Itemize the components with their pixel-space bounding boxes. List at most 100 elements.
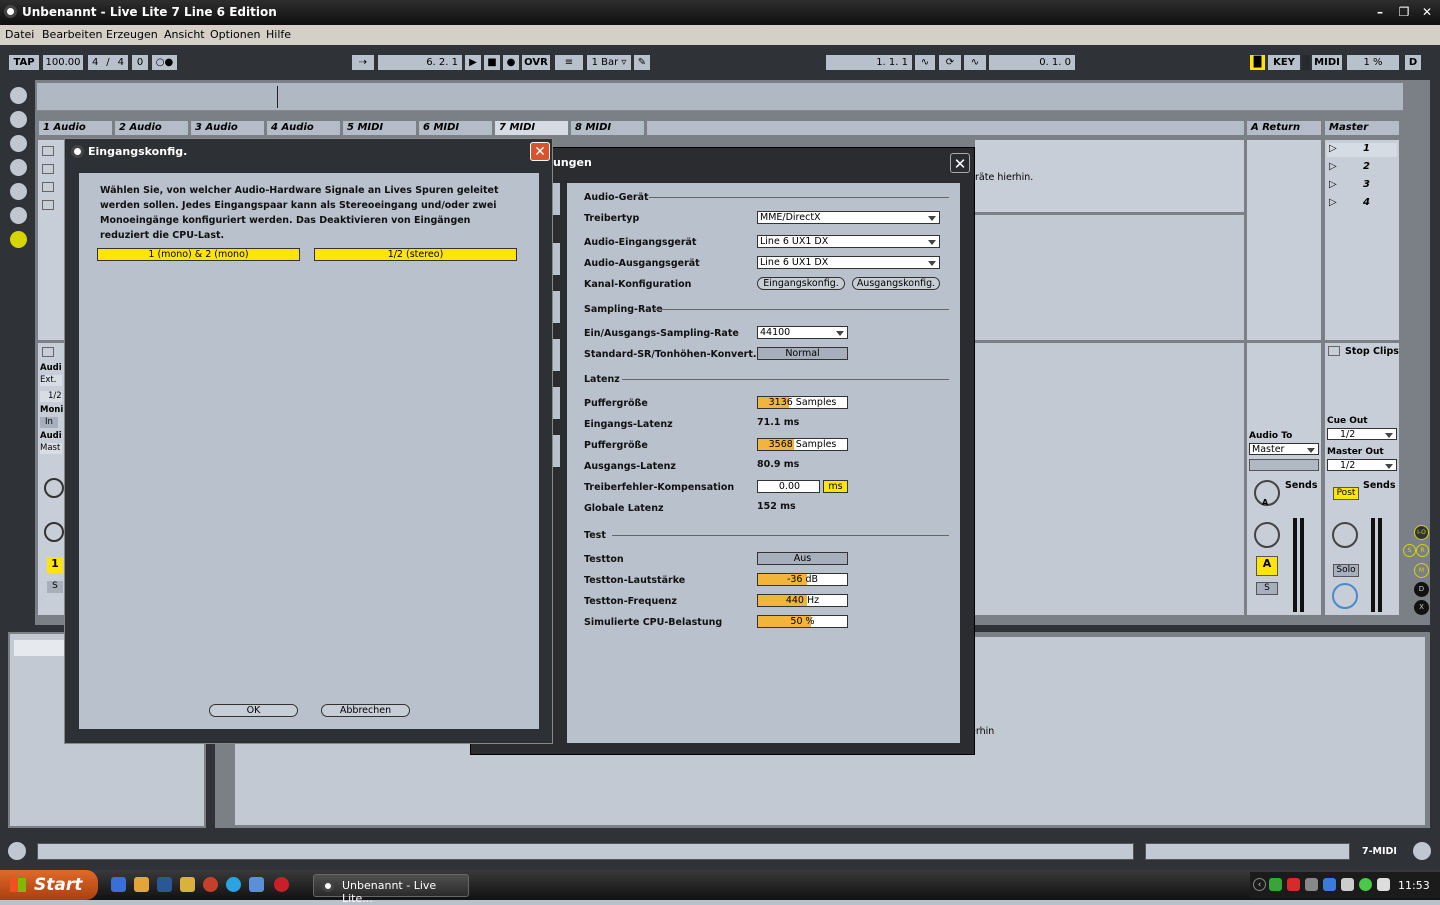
output-buffer-size-field[interactable]: 3568 Samples — [757, 438, 848, 451]
mono-input-toggle[interactable]: 1 (mono) & 2 (mono) — [97, 248, 300, 261]
word-icon[interactable] — [157, 877, 172, 892]
menu-datei[interactable]: Datei — [5, 28, 34, 41]
tempo-field[interactable]: 100.00 — [43, 55, 83, 70]
scene-launch-icon[interactable]: ▷ — [1329, 179, 1337, 190]
tap-button[interactable]: TAP — [9, 55, 39, 70]
browser-icon[interactable] — [203, 877, 218, 892]
media-icon[interactable] — [274, 877, 289, 892]
driver-compensation-field[interactable]: 0.00 — [757, 480, 820, 493]
master-out-select[interactable]: 1/2 — [1327, 459, 1397, 471]
close-window-button[interactable]: ✕ — [1417, 3, 1437, 22]
wifi-icon[interactable] — [1377, 878, 1390, 891]
expand-up-icon[interactable] — [8, 842, 26, 860]
scene-launch-icon[interactable]: ▷ — [1329, 161, 1337, 172]
menu-ansicht[interactable]: Ansicht — [164, 28, 205, 41]
overdub-button[interactable]: OVR — [522, 55, 550, 70]
mixer-toggle-icon[interactable]: M — [1414, 563, 1429, 578]
time-signature[interactable]: 4 / 4 — [88, 55, 128, 70]
plugin-browser-icon[interactable] — [10, 135, 27, 152]
tray-expand-icon[interactable]: ‹ — [1253, 878, 1266, 891]
buffer-size-field[interactable]: 3136 Samples — [757, 396, 848, 409]
cancel-button[interactable]: Abbrechen — [321, 704, 410, 717]
master-pan-knob-icon[interactable] — [1332, 522, 1358, 548]
clip-slot[interactable] — [42, 164, 54, 174]
pan-knob-icon[interactable] — [44, 522, 64, 542]
tools-icon[interactable] — [180, 877, 195, 892]
monitor-in-button[interactable]: In — [40, 417, 58, 428]
return-pan-knob-icon[interactable] — [1254, 522, 1280, 548]
tray-app-icon[interactable] — [1287, 878, 1300, 891]
io-toggle-icon[interactable]: I-O — [1414, 525, 1429, 540]
output-config-button[interactable]: Ausgangskonfig. — [852, 277, 940, 290]
scene-3[interactable]: ▷ 3 — [1327, 179, 1397, 193]
tray-app-icon[interactable] — [1305, 878, 1318, 891]
input-config-close-button[interactable]: ✕ — [530, 142, 550, 161]
track-header-1[interactable]: 1 Audio — [39, 121, 112, 135]
follow-icon[interactable]: ⇢ — [352, 55, 374, 70]
master-track-header[interactable]: Master — [1325, 121, 1399, 135]
clip-slot[interactable] — [42, 200, 54, 210]
crossfader-toggle-icon[interactable]: X — [1414, 600, 1429, 615]
menu-erzeugen[interactable]: Erzeugen — [106, 28, 158, 41]
punch-out-icon[interactable]: ∿ — [964, 55, 986, 70]
track-header-3[interactable]: 3 Audio — [191, 121, 264, 135]
folder-3-icon[interactable] — [10, 207, 27, 224]
folder-1-icon[interactable] — [10, 159, 27, 176]
record-icon[interactable]: ● — [503, 55, 519, 70]
input-device-select[interactable]: Line 6 UX1 DX — [757, 235, 940, 248]
loop-length-field[interactable]: 0. 1. 0 — [989, 55, 1075, 70]
delay-toggle-icon[interactable]: D — [1414, 582, 1429, 597]
tray-app-icon[interactable] — [1323, 878, 1336, 891]
cue-solo-button[interactable]: Solo — [1333, 564, 1359, 577]
prefs-tab[interactable] — [552, 387, 560, 419]
src-button[interactable]: Normal — [757, 347, 848, 360]
restore-button[interactable]: ❐ — [1394, 3, 1414, 22]
scene-1[interactable]: ▷ 1 — [1327, 143, 1397, 157]
prefs-tab[interactable] — [552, 243, 560, 275]
send-knob-icon[interactable] — [44, 478, 64, 498]
stereo-input-toggle[interactable]: 1/2 (stereo) — [314, 248, 517, 261]
menu-optionen[interactable]: Optionen — [210, 28, 260, 41]
clip-slot[interactable] — [42, 146, 54, 156]
audio-to-select[interactable]: Master — [1249, 443, 1319, 455]
return-solo-button[interactable]: S — [1256, 582, 1278, 595]
left-channel-select[interactable]: 1/2 — [40, 391, 62, 402]
test-frequency-field[interactable]: 440 Hz — [757, 594, 848, 607]
left-master-select[interactable]: Mast — [40, 443, 62, 454]
track-header-2[interactable]: 2 Audio — [115, 121, 188, 135]
post-button[interactable]: Post — [1333, 487, 1359, 500]
record-mode-icon[interactable]: ○● — [152, 55, 177, 70]
punch-in-icon[interactable]: ∿ — [915, 55, 935, 70]
track-header-5[interactable]: 5 MIDI — [343, 121, 416, 135]
midi-map-button[interactable]: MIDI — [1312, 55, 1342, 70]
help-icon[interactable] — [111, 877, 126, 892]
test-tone-button[interactable]: Aus — [757, 552, 848, 565]
return-activator-button[interactable]: A — [1256, 556, 1278, 576]
prefs-tab[interactable] — [552, 435, 560, 467]
draw-mode-icon[interactable]: ✎ — [634, 55, 650, 70]
track-header-7[interactable]: 7 MIDI — [495, 121, 568, 135]
minimize-button[interactable]: – — [1370, 3, 1390, 22]
menu-bearbeiten[interactable]: Bearbeiten — [42, 28, 102, 41]
scene-launch-icon[interactable]: ▷ — [1329, 197, 1337, 208]
driver-type-select[interactable]: MME/DirectX — [757, 211, 940, 224]
scene-2[interactable]: ▷ 2 — [1327, 161, 1397, 175]
left-ext-select[interactable]: Ext. — [40, 375, 62, 386]
stop-clips-checkbox[interactable] — [1328, 346, 1340, 356]
start-button[interactable]: Start — [0, 870, 98, 900]
sends-toggle-icon[interactable]: S — [1403, 544, 1416, 557]
prefs-tab[interactable] — [552, 291, 560, 323]
loop-icon[interactable]: ⟳ — [939, 55, 961, 70]
folder-2-icon[interactable] — [10, 183, 27, 200]
stop-icon[interactable]: ■ — [484, 55, 500, 70]
track-header-6[interactable]: 6 MIDI — [419, 121, 492, 135]
clip-slot[interactable] — [42, 182, 54, 192]
skype-icon[interactable] — [226, 877, 241, 892]
input-config-button[interactable]: Eingangskonfig. — [757, 277, 845, 290]
quantize-menu-icon[interactable]: ≡ — [555, 55, 583, 70]
output-device-select[interactable]: Line 6 UX1 DX — [757, 256, 940, 269]
tray-app-icon[interactable] — [1269, 878, 1282, 891]
tray-display-icon[interactable] — [1341, 878, 1354, 891]
detail-toggle-icon[interactable] — [1413, 842, 1431, 860]
track-activator-button[interactable]: 1 — [47, 557, 63, 573]
